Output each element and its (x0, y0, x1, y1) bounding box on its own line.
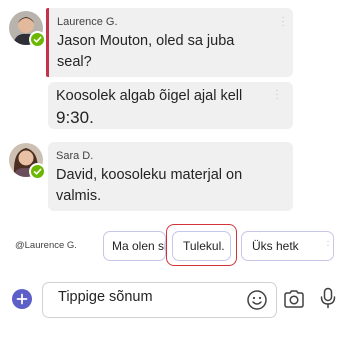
message-text: David, koosoleku materjal on valmis. (56, 167, 243, 204)
presence-available-icon (29, 163, 46, 180)
more-options-icon[interactable]: · · · (275, 86, 279, 104)
chip-overflow-icon: · · (326, 236, 330, 251)
message-time-text: 9:30. (56, 108, 94, 127)
suggested-reply-chip-selected[interactable]: Tulekul. (172, 231, 231, 261)
presence-available-icon (29, 31, 46, 48)
avatar-laurence[interactable] (9, 11, 46, 48)
chip-label: Üks hetk (252, 239, 299, 253)
chip-label: Ma olen siin. (112, 239, 166, 253)
message-text-part: Koosolek algab õigel ajal kell (56, 88, 243, 104)
suggested-reply-chip[interactable]: Ma olen siin. (103, 231, 166, 261)
message-sender: Laurence G. (57, 16, 118, 28)
message-text: Jason Mouton, oled sa juba seal? (57, 33, 235, 70)
chip-label: Tulekul. (183, 239, 225, 253)
message-bubble-2[interactable]: Koosolek algab õigel ajal kell 9:30. · · · (48, 82, 293, 129)
more-options-icon[interactable]: · · · (281, 13, 285, 31)
camera-icon[interactable] (282, 288, 306, 315)
message-input-placeholder: Tippige sõnum (58, 289, 153, 305)
add-icon[interactable] (12, 289, 32, 309)
reply-mention: @Laurence G. (15, 240, 77, 251)
avatar-sara[interactable] (9, 143, 46, 180)
suggested-reply-chip[interactable]: Üks hetk · · (241, 231, 334, 261)
message-bubble-3[interactable]: Sara D. David, koosoleku materjal on val… (48, 142, 293, 211)
message-compose-box[interactable]: Tippige sõnum (42, 282, 277, 318)
message-sender: Sara D. (56, 150, 94, 162)
microphone-icon[interactable] (318, 286, 338, 315)
message-text: Koosolek algab õigel ajal kell 9:30. (56, 86, 271, 130)
emoji-icon[interactable] (246, 289, 268, 316)
message-bubble-1[interactable]: Laurence G. Jason Mouton, oled sa juba s… (46, 8, 293, 77)
